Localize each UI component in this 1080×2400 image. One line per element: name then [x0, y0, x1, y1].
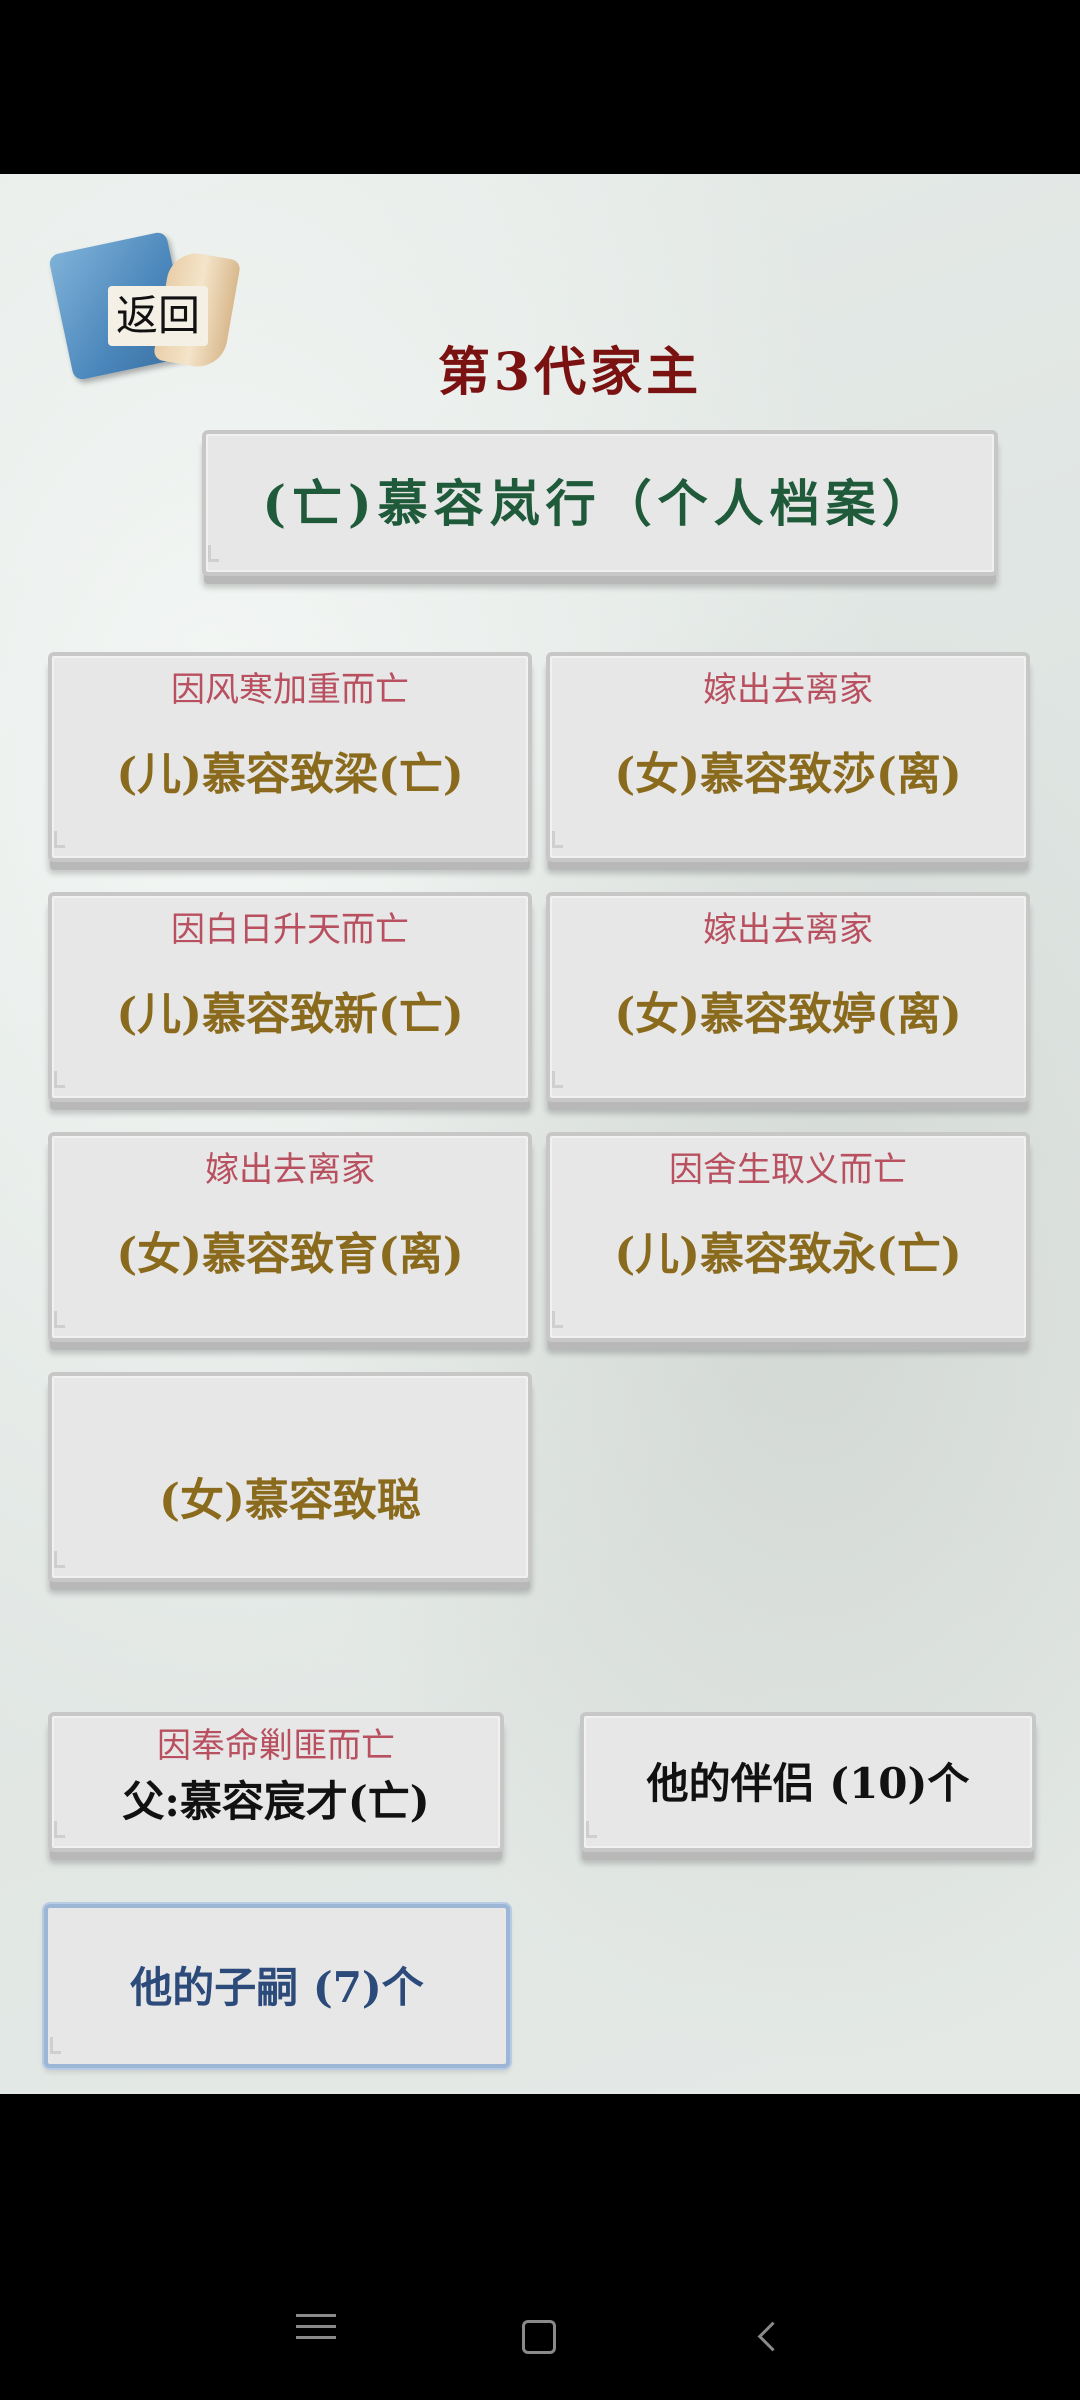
back-icon[interactable]: [754, 2306, 788, 2366]
child-card[interactable]: (女)慕容致聪: [48, 1372, 532, 1582]
profile-header: (亡)慕容岚行（个人档案）: [202, 430, 998, 576]
child-card[interactable]: 因白日升天而亡 (儿)慕容致新(亡): [48, 892, 532, 1102]
child-name: (女)慕容致婷(离): [614, 989, 962, 1040]
child-name: (女)慕容致育(离): [116, 1229, 464, 1280]
child-card[interactable]: 嫁出去离家 (女)慕容致莎(离): [546, 652, 1030, 862]
status-bar-area: [0, 0, 1080, 174]
child-card[interactable]: 因舍生取义而亡 (儿)慕容致永(亡): [546, 1132, 1030, 1342]
child-name: (女)慕容致莎(离): [614, 749, 962, 800]
child-fate: 因舍生取义而亡: [669, 1150, 907, 1190]
children-button[interactable]: 他的子嗣 (7)个: [44, 1904, 510, 2068]
partners-button-label: 他的伴侣 (10)个: [646, 1759, 970, 1808]
child-card[interactable]: 嫁出去离家 (女)慕容致育(离): [48, 1132, 532, 1342]
children-button-label: 他的子嗣 (7)个: [130, 1963, 424, 2012]
profile-screen: 返回 第3代家主 (亡)慕容岚行（个人档案） 因风寒加重而亡 (儿)慕容致梁(亡…: [0, 174, 1080, 2094]
child-fate: 因白日升天而亡: [171, 910, 409, 950]
father-name: 父:慕容宸才(亡): [122, 1777, 430, 1826]
child-fate: 嫁出去离家: [703, 910, 873, 950]
child-fate: 因风寒加重而亡: [171, 670, 409, 710]
child-name: (儿)慕容致永(亡): [614, 1229, 962, 1280]
father-button[interactable]: 因奉命剿匪而亡 父:慕容宸才(亡): [48, 1712, 504, 1852]
child-card[interactable]: 嫁出去离家 (女)慕容致婷(离): [546, 892, 1030, 1102]
profile-header-text: (亡)慕容岚行（个人档案）: [262, 474, 938, 533]
home-icon[interactable]: [522, 2306, 556, 2366]
back-button-label: 返回: [108, 286, 208, 346]
child-name: (儿)慕容致梁(亡): [116, 749, 464, 800]
child-card[interactable]: 因风寒加重而亡 (儿)慕容致梁(亡): [48, 652, 532, 862]
partners-button[interactable]: 他的伴侣 (10)个: [580, 1712, 1036, 1852]
child-fate: 嫁出去离家: [703, 670, 873, 710]
father-fate: 因奉命剿匪而亡: [157, 1726, 395, 1766]
child-fate: 嫁出去离家: [205, 1150, 375, 1190]
child-name: (儿)慕容致新(亡): [116, 989, 464, 1040]
generation-title: 第3代家主: [437, 342, 703, 403]
child-name: (女)慕容致聪: [159, 1475, 421, 1526]
back-button[interactable]: 返回: [48, 230, 242, 382]
menu-icon[interactable]: [296, 2306, 336, 2366]
